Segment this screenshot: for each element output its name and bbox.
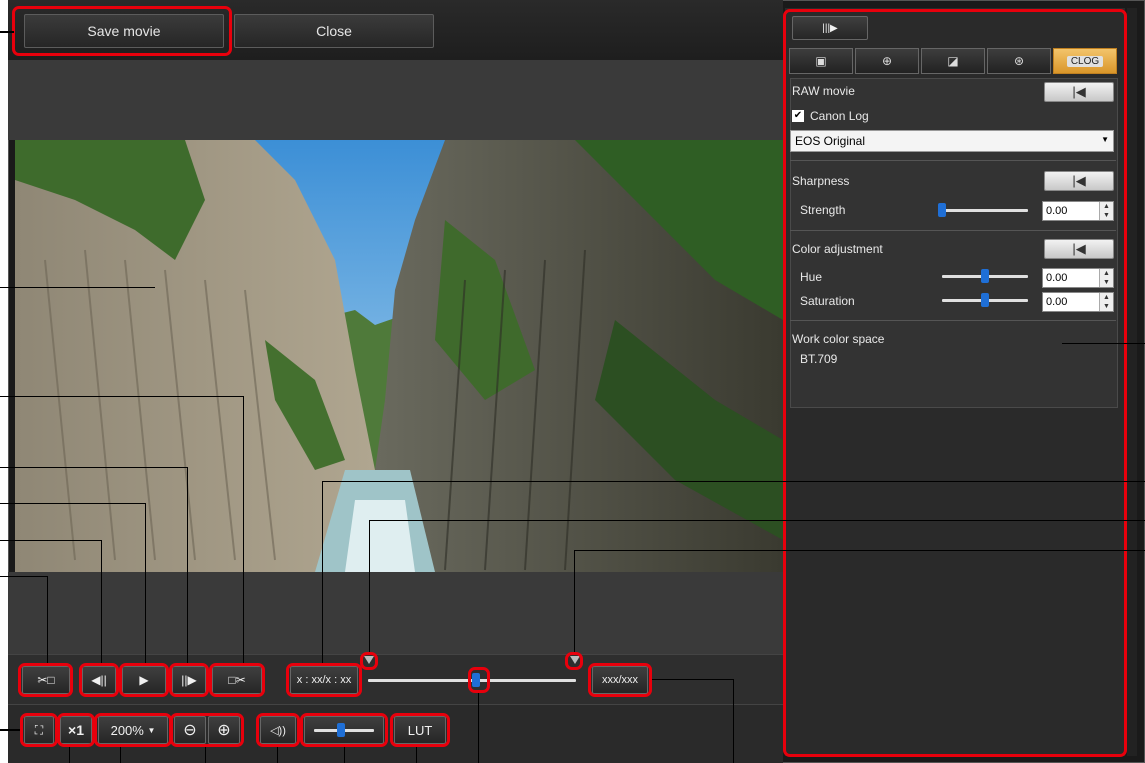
tab-basic[interactable]: ▣ <box>789 48 853 74</box>
hue-label: Hue <box>800 270 823 284</box>
tab-sharpness[interactable]: ⊕ <box>855 48 919 74</box>
color-adjustment-label: Color adjustment <box>792 242 883 256</box>
basic-adjust-icon: ▣ <box>815 54 827 68</box>
canon-log-label: Canon Log <box>810 109 869 123</box>
save-movie-button[interactable]: Save movie <box>24 14 224 48</box>
raw-movie-label: RAW movie <box>792 84 855 98</box>
viewer-top-margin <box>8 60 783 140</box>
log-gamma-select[interactable]: EOS Original ▼ <box>790 130 1114 152</box>
checkmark-icon: ✔ <box>793 110 803 121</box>
volume-slider-thumb[interactable] <box>337 723 345 737</box>
previous-frame-button[interactable]: ◀|| <box>82 666 116 694</box>
frame-counter-text: xxx/xxx <box>601 674 639 686</box>
tab-color[interactable]: ⊛ <box>987 48 1051 74</box>
strength-slider-thumb[interactable] <box>938 203 946 217</box>
color-icon: ⊛ <box>1013 54 1025 68</box>
spin-arrows-icon[interactable]: ▲ ▼ <box>1099 202 1113 220</box>
set-start-cut-button[interactable]: ✂□ <box>22 666 70 694</box>
time-display: x : xx/x : xx <box>290 666 358 694</box>
tone-curve-icon: ◪ <box>947 54 959 68</box>
spin-arrows-icon[interactable]: ▲ ▼ <box>1099 269 1113 287</box>
panel-scrollbar[interactable] <box>1127 8 1137 756</box>
zoom-value: 200% <box>110 722 144 738</box>
previous-frame-icon: ◀|| <box>91 673 107 687</box>
zoom-out-button[interactable]: ⊖ <box>174 716 206 744</box>
save-movie-label: Save movie <box>87 23 161 39</box>
actual-size-button[interactable]: ×1 <box>60 716 92 744</box>
viewer-bottom-margin <box>8 572 783 654</box>
play-icon: ▶ <box>139 673 149 687</box>
section-divider <box>790 160 1116 161</box>
seek-slider-thumb[interactable] <box>472 673 481 687</box>
gorge-landscape-image <box>15 140 783 572</box>
close-button[interactable]: Close <box>234 14 434 48</box>
zoom-out-icon: ⊖ <box>183 722 197 739</box>
hue-value: 0.00 <box>1046 272 1068 284</box>
time-display-text: x : xx/x : xx <box>296 674 352 686</box>
zoom-in-icon: ⊕ <box>217 722 231 739</box>
raw-movie-reset-button[interactable]: |◀ <box>1044 82 1114 102</box>
hue-input[interactable]: 0.00 ▲ ▼ <box>1042 268 1114 288</box>
saturation-slider-thumb[interactable] <box>981 293 989 307</box>
saturation-value: 0.00 <box>1046 296 1068 308</box>
canon-log-checkbox[interactable]: ✔ <box>792 110 804 122</box>
sharpness-reset-button[interactable]: |◀ <box>1044 171 1114 191</box>
mute-button[interactable]: ◁)) <box>260 716 296 744</box>
color-adjustment-reset-button[interactable]: |◀ <box>1044 239 1114 259</box>
cut-start-icon: ✂□ <box>37 673 55 687</box>
fullscreen-button[interactable]: ⛶ <box>24 716 54 744</box>
cut-end-icon: □✂ <box>228 673 246 687</box>
saturation-label: Saturation <box>800 294 855 308</box>
lut-button[interactable]: LUT <box>394 716 446 744</box>
saturation-input[interactable]: 0.00 ▲ ▼ <box>1042 292 1114 312</box>
start-cut-marker[interactable] <box>364 656 374 664</box>
tab-clog[interactable]: CLOG <box>1053 48 1117 74</box>
chevron-down-icon: ▼ <box>147 725 156 735</box>
frame-counter: xxx/xxx <box>592 666 648 694</box>
movie-preview-image[interactable] <box>15 140 783 572</box>
spin-arrows-icon[interactable]: ▲ ▼ <box>1099 293 1113 311</box>
reset-icon: |◀ <box>1072 84 1086 99</box>
play-button[interactable]: ▶ <box>122 666 166 694</box>
zoom-select[interactable]: 200% ▼ <box>98 716 168 744</box>
zoom-in-button[interactable]: ⊕ <box>208 716 240 744</box>
chevron-down-icon: ▼ <box>1101 135 1109 144</box>
sharpness-icon: ⊕ <box>881 54 893 68</box>
work-color-space-label: Work color space <box>792 332 885 346</box>
panel-toggle-button[interactable]: |||▶ <box>792 16 868 40</box>
next-frame-icon: ||▶ <box>181 673 197 687</box>
log-gamma-value: EOS Original <box>795 134 866 148</box>
reset-icon: |◀ <box>1072 173 1086 188</box>
strength-slider[interactable] <box>942 209 1028 212</box>
reset-icon: |◀ <box>1072 241 1086 256</box>
sharpness-label: Sharpness <box>792 174 850 188</box>
tab-tone-curve[interactable]: ◪ <box>921 48 985 74</box>
fullscreen-icon: ⛶ <box>34 722 44 737</box>
strength-label: Strength <box>800 203 846 217</box>
strength-value: 0.00 <box>1046 205 1068 217</box>
section-divider <box>790 320 1116 321</box>
actual-size-label: ×1 <box>68 722 84 738</box>
section-divider <box>790 230 1116 231</box>
set-end-cut-button[interactable]: □✂ <box>212 666 262 694</box>
next-frame-button[interactable]: ||▶ <box>172 666 206 694</box>
close-label: Close <box>316 23 352 39</box>
end-cut-marker[interactable] <box>570 656 580 664</box>
clog-tab-label: CLOG <box>1066 55 1104 67</box>
hue-slider-thumb[interactable] <box>981 269 989 283</box>
work-color-space-value: BT.709 <box>800 352 838 366</box>
strength-input[interactable]: 0.00 ▲ ▼ <box>1042 201 1114 221</box>
panel-toggle-icon: |||▶ <box>822 22 838 34</box>
speaker-icon: ◁)) <box>270 724 286 737</box>
lut-label: LUT <box>407 722 433 738</box>
